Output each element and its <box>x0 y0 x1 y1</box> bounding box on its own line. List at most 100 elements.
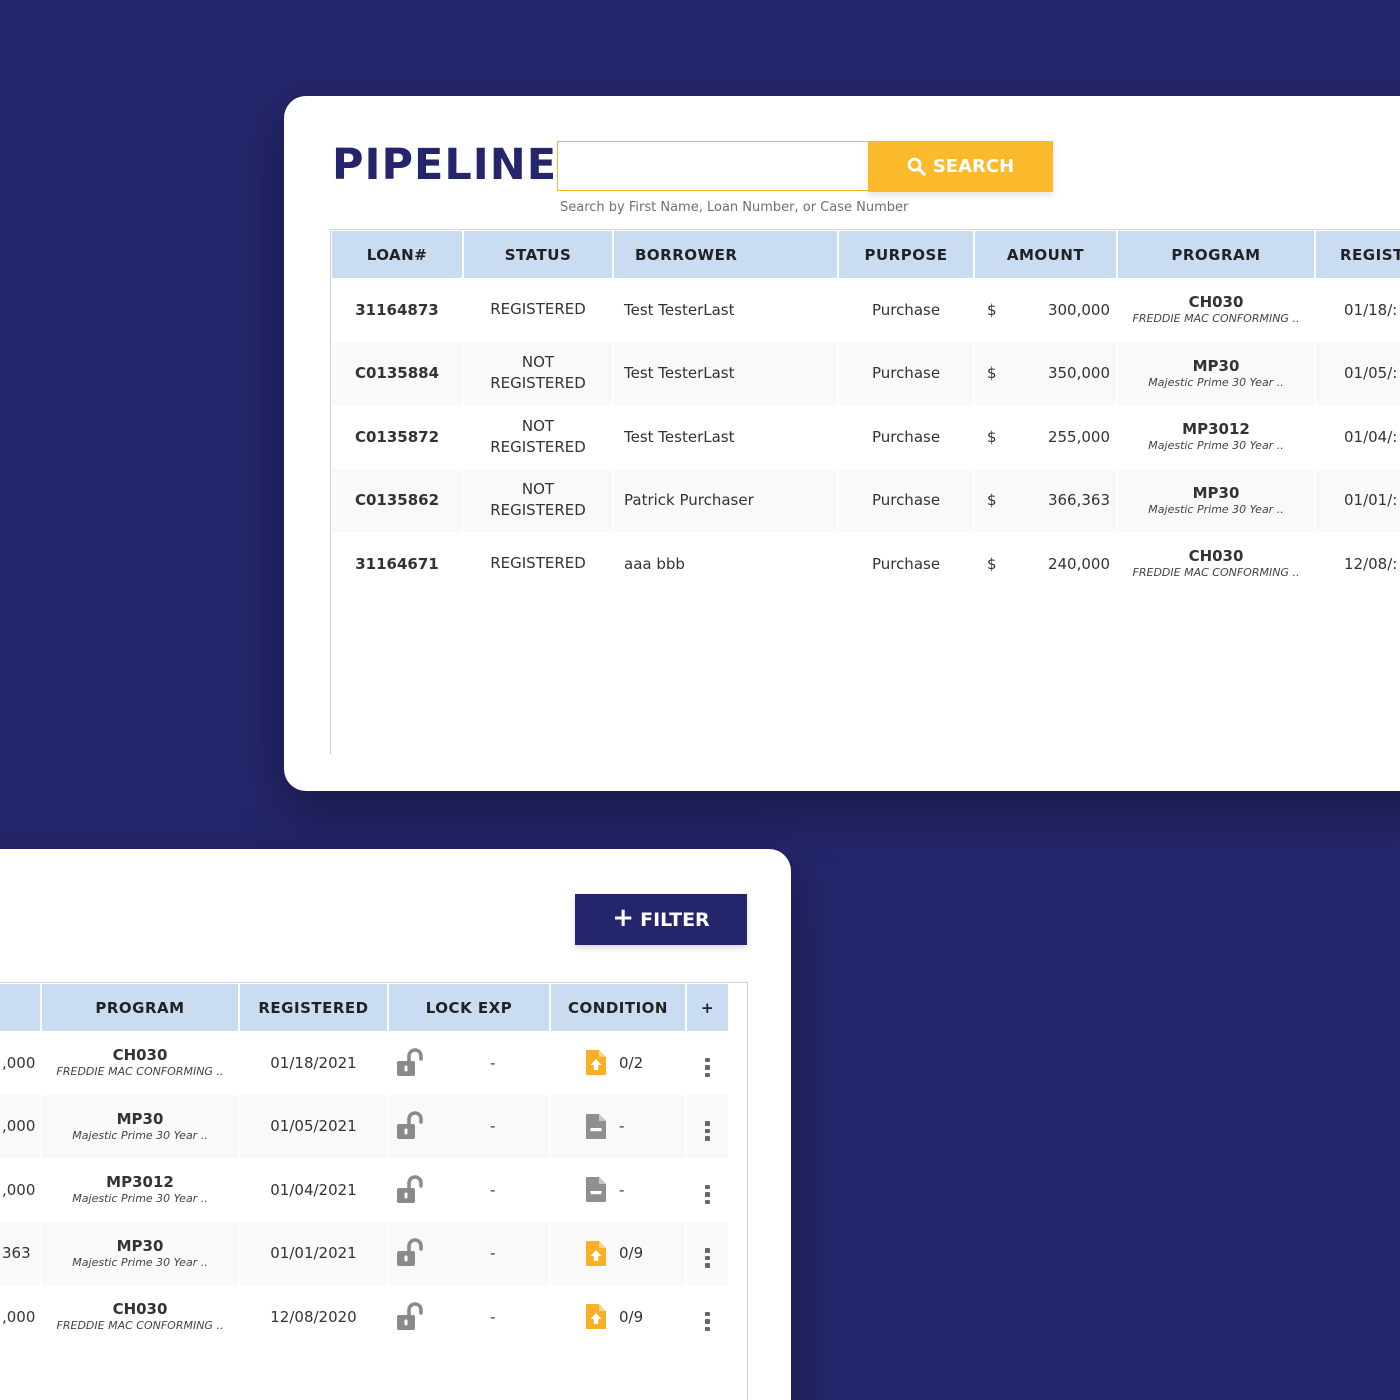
table-row[interactable]: 31164671 REGISTERED aaa bbb Purchase $240,00… <box>332 532 1400 596</box>
registered-date: 12/08/: <box>1344 554 1398 573</box>
loan-number[interactable]: 31164873 <box>332 278 462 342</box>
condition-cell[interactable]: - <box>551 1094 685 1158</box>
program-cell: MP3012 Majestic Prime 30 Year .. <box>1118 405 1314 469</box>
purpose-cell: Purchase <box>839 468 973 532</box>
program-code: MP3012 <box>106 1173 174 1192</box>
table-row[interactable]: C0135884 NOT REGISTERED Test TesterLast Purc… <box>332 341 1400 405</box>
table-row[interactable]: C0135862 NOT REGISTERED Patrick Purchaser Pu… <box>332 468 1400 532</box>
condition-cell[interactable]: 0/9 <box>551 1221 685 1285</box>
row-menu-button[interactable] <box>687 1031 728 1095</box>
borrower-name: Test TesterLast <box>624 300 735 319</box>
table-row[interactable]: 363 MP30 Majestic Prime 30 Year .. 01/01/20… <box>0 1221 728 1285</box>
column-header-lock-exp[interactable]: LOCK EXP <box>389 983 549 1031</box>
loan-number[interactable]: C0135884 <box>332 341 462 405</box>
plus-icon: + <box>612 903 635 933</box>
program-code: CH030 <box>1188 293 1244 312</box>
lock-button[interactable] <box>395 1174 461 1205</box>
program-cell: CH030 FREDDIE MAC CONFORMING .. <box>42 1031 238 1095</box>
program-cell: CH030 FREDDIE MAC CONFORMING .. <box>42 1285 238 1349</box>
condition-value: 0/2 <box>619 1053 644 1072</box>
registered-date: 01/01/2021 <box>240 1221 387 1285</box>
column-header-program[interactable]: PROGRAM <box>1118 230 1314 278</box>
amount-cell: $300,000 <box>975 278 1116 342</box>
column-header-purpose[interactable]: PURPOSE <box>839 230 973 278</box>
column-header-amount-partial[interactable]: T <box>0 983 40 1031</box>
table-row[interactable]: ,000 MP30 Majestic Prime 30 Year .. 01/05/2… <box>0 1094 728 1158</box>
file-upload-icon <box>586 1050 606 1076</box>
loan-number[interactable]: C0135862 <box>332 468 462 532</box>
table-row[interactable]: ,000 CH030 FREDDIE MAC CONFORMING .. 12/08/… <box>0 1285 728 1349</box>
column-header-status[interactable]: STATUS <box>464 230 612 278</box>
condition-value: - <box>619 1117 625 1136</box>
program-name: Majestic Prime 30 Year .. <box>72 1255 208 1269</box>
lock-button[interactable] <box>395 1301 461 1332</box>
filter-button[interactable]: + FILTER <box>575 894 747 945</box>
pipeline-table: LOAN# STATUS BORROWER PURPOSE AMOUNT PRO… <box>330 230 1400 596</box>
column-header-amount[interactable]: AMOUNT <box>975 230 1116 278</box>
loan-number[interactable]: 31164671 <box>332 532 462 596</box>
column-header-registered[interactable]: REGISTERED <box>240 983 387 1031</box>
registered-date: 01/05/: <box>1316 341 1400 405</box>
column-header-loan[interactable]: LOAN# <box>332 230 462 278</box>
table-row[interactable]: ,000 MP3012 Majestic Prime 30 Year .. 01/04… <box>0 1158 728 1222</box>
program-name: FREDDIE MAC CONFORMING .. <box>1132 566 1300 580</box>
lock-exp-cell: - <box>389 1031 549 1095</box>
program-code: MP30 <box>116 1236 164 1255</box>
program-name: Majestic Prime 30 Year .. <box>72 1128 208 1142</box>
lock-exp-cell: - <box>389 1221 549 1285</box>
table-row[interactable]: ,000 CH030 FREDDIE MAC CONFORMING .. 01/18/… <box>0 1031 728 1095</box>
condition-cell[interactable]: 0/9 <box>551 1285 685 1349</box>
program-cell: CH030 FREDDIE MAC CONFORMING .. <box>1118 278 1314 342</box>
table-row[interactable]: 31164873 REGISTERED Test TesterLast Purchas… <box>332 278 1400 342</box>
unlocked-padlock-icon <box>397 1111 423 1140</box>
registered-date: 01/04/: <box>1344 427 1398 446</box>
program-cell: MP30 Majestic Prime 30 Year .. <box>1118 341 1314 405</box>
row-menu-button[interactable] <box>687 1158 728 1222</box>
lock-button[interactable] <box>395 1047 461 1078</box>
file-minus-icon <box>586 1113 606 1139</box>
pipeline-table-container: LOAN# STATUS BORROWER PURPOSE AMOUNT PRO… <box>330 229 1400 754</box>
currency-symbol: $ <box>987 554 997 573</box>
lock-exp-value: - <box>490 1117 496 1136</box>
borrower-name: aaa bbb <box>624 554 685 573</box>
vertical-dots-icon <box>705 1121 710 1141</box>
amount-cell: $366,363 <box>975 468 1116 532</box>
condition-cell[interactable]: - <box>551 1158 685 1222</box>
search-button[interactable]: SEARCH <box>868 141 1053 192</box>
program-name: Majestic Prime 30 Year .. <box>72 1192 208 1206</box>
registered-date: 01/05/2021 <box>240 1094 387 1158</box>
condition-cell[interactable]: 0/2 <box>551 1031 685 1095</box>
program-code: MP30 <box>116 1109 164 1128</box>
program-name: FREDDIE MAC CONFORMING .. <box>1132 312 1300 326</box>
program-cell: MP30 Majestic Prime 30 Year .. <box>42 1094 238 1158</box>
unlocked-padlock-icon <box>397 1174 423 1203</box>
add-column-button[interactable]: + <box>687 983 728 1031</box>
currency-symbol: $ <box>987 491 997 510</box>
file-upload-icon <box>586 1240 606 1266</box>
column-header-condition[interactable]: CONDITION <box>551 983 685 1031</box>
lock-exp-value: - <box>490 1307 496 1326</box>
lock-exp-cell: - <box>389 1094 549 1158</box>
unlocked-padlock-icon <box>397 1301 423 1330</box>
column-header-borrower[interactable]: BORROWER <box>614 230 837 278</box>
amount-partial: ,000 <box>0 1094 40 1158</box>
lock-button[interactable] <box>395 1111 461 1141</box>
currency-symbol: $ <box>987 364 997 383</box>
loan-number[interactable]: C0135872 <box>332 405 462 469</box>
program-cell: MP3012 Majestic Prime 30 Year .. <box>42 1158 238 1222</box>
lock-button[interactable] <box>395 1238 461 1268</box>
column-header-registered[interactable]: REGIST <box>1316 230 1400 278</box>
lock-exp-cell: - <box>389 1158 549 1222</box>
vertical-dots-icon <box>705 1248 710 1268</box>
column-header-program[interactable]: PROGRAM <box>42 983 238 1031</box>
row-menu-button[interactable] <box>687 1094 728 1158</box>
row-menu-button[interactable] <box>687 1221 728 1285</box>
program-code: MP3012 <box>1182 420 1250 439</box>
purpose-cell: Purchase <box>871 427 941 446</box>
pipeline-panel-detail: + FILTER T PROGRAM REGISTERED LOCK EXP C… <box>0 849 791 1400</box>
row-menu-button[interactable] <box>687 1285 728 1349</box>
search-input[interactable] <box>557 141 869 191</box>
program-name: Majestic Prime 30 Year .. <box>1148 439 1284 453</box>
currency-symbol: $ <box>987 300 997 319</box>
table-row[interactable]: C0135872 NOT REGISTERED Test TesterLast Purc… <box>332 405 1400 469</box>
